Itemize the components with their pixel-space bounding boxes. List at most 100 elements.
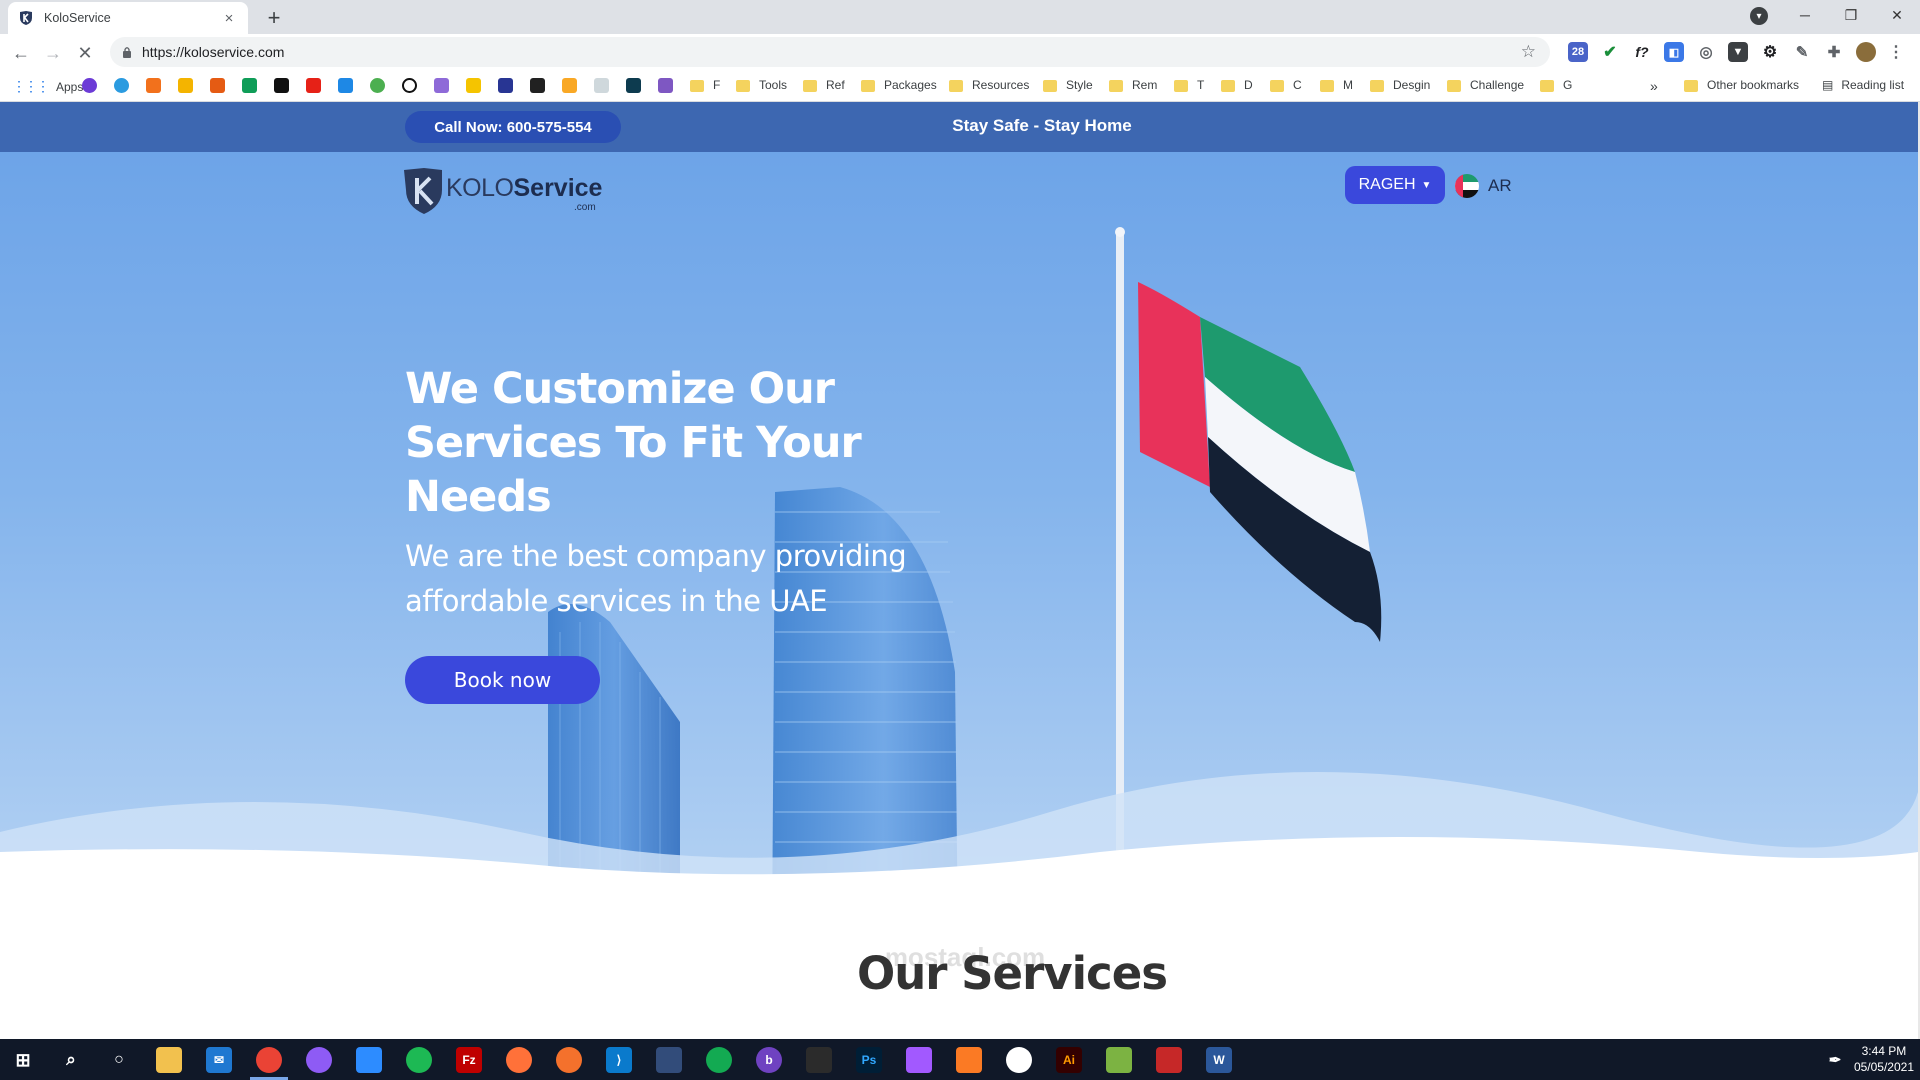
bookmark-folder-f[interactable]: F <box>690 78 720 92</box>
bookmark-icon-3[interactable] <box>146 78 161 93</box>
bookmark-folder-ref[interactable]: Ref <box>803 78 845 92</box>
word-icon[interactable]: W <box>1206 1047 1232 1073</box>
task-view-icon[interactable]: ○ <box>106 1047 132 1073</box>
uae-flag-icon[interactable] <box>1455 174 1479 198</box>
other-bookmarks-folder[interactable]: Other bookmarks <box>1684 78 1799 92</box>
bookmark-icon-6[interactable] <box>242 78 257 93</box>
url-text: https://koloservice.com <box>142 44 285 60</box>
xampp-icon[interactable] <box>956 1047 982 1073</box>
globe-extension-icon[interactable]: ◎ <box>1696 42 1716 62</box>
bookmark-icon-4[interactable] <box>178 78 193 93</box>
apps-shortcut[interactable]: ⋮⋮⋮ Apps <box>12 78 83 95</box>
bookmarks-overflow-chevron-icon[interactable]: » <box>1650 78 1658 94</box>
chrome-icon[interactable] <box>256 1047 282 1073</box>
messenger-icon[interactable] <box>306 1047 332 1073</box>
postman-icon[interactable] <box>556 1047 582 1073</box>
address-bar[interactable]: https://koloservice.com ☆ <box>110 37 1550 67</box>
php-extension-icon[interactable]: 28 <box>1568 42 1588 62</box>
restore-button[interactable]: ❐ <box>1828 0 1874 30</box>
vscode-icon[interactable]: ⟩ <box>606 1047 632 1073</box>
dev-tool-icon[interactable] <box>656 1047 682 1073</box>
save-extension-icon[interactable]: ▼ <box>1728 42 1748 62</box>
book-now-button[interactable]: Book now <box>405 656 600 704</box>
bookmark-folder-resources[interactable]: Resources <box>949 78 1029 92</box>
forward-arrow-icon[interactable]: → <box>40 40 66 66</box>
bookmark-folder-challenge[interactable]: Challenge <box>1447 78 1524 92</box>
bookmark-icon-14[interactable] <box>498 78 513 93</box>
bookmark-folder-d[interactable]: D <box>1221 78 1253 92</box>
zoom-icon[interactable] <box>356 1047 382 1073</box>
tiktok-icon[interactable] <box>274 78 289 93</box>
more-menu-icon[interactable]: ⋮ <box>1886 42 1906 62</box>
extensions-puzzle-icon[interactable]: ✚ <box>1824 42 1844 62</box>
bookmark-folder-m[interactable]: M <box>1320 78 1353 92</box>
gear-extension-icon[interactable]: ⚙ <box>1760 42 1780 62</box>
bookmark-icon-13[interactable] <box>466 78 481 93</box>
youtube-icon[interactable] <box>306 78 321 93</box>
bookmark-folder-desgin[interactable]: Desgin <box>1370 78 1430 92</box>
app-icon-red[interactable] <box>1156 1047 1182 1073</box>
stop-loading-icon[interactable]: ✕ <box>72 40 98 66</box>
photoshop-icon[interactable]: Ps <box>856 1047 882 1073</box>
bookmark-icon-16[interactable] <box>562 78 577 93</box>
back-arrow-icon[interactable]: ← <box>8 40 34 66</box>
close-tab-icon[interactable]: × <box>220 10 238 27</box>
bookmark-icon-15[interactable] <box>530 78 545 93</box>
file-explorer-icon[interactable] <box>156 1047 182 1073</box>
user-menu-dropdown[interactable]: RAGEH ▼ <box>1345 166 1445 204</box>
system-clock[interactable]: 3:44 PM 05/05/2021 <box>1854 1043 1914 1075</box>
reading-list-button[interactable]: ▤ Reading list <box>1822 78 1904 92</box>
windows-start-icon[interactable]: ⊞ <box>10 1047 36 1073</box>
whatsapp-icon[interactable] <box>1006 1047 1032 1073</box>
bookmark-icon-9[interactable] <box>338 78 353 93</box>
spotify-icon[interactable] <box>406 1047 432 1073</box>
bookmark-folder-rem[interactable]: Rem <box>1109 78 1157 92</box>
bookmark-folder-t[interactable]: T <box>1174 78 1204 92</box>
bootstrap-studio-icon[interactable]: b <box>756 1047 782 1073</box>
search-icon[interactable]: ⌕ <box>58 1047 84 1073</box>
screen-extension-icon[interactable]: ◧ <box>1664 42 1684 62</box>
folder-icon <box>1370 80 1384 92</box>
bookmark-folder-c[interactable]: C <box>1270 78 1302 92</box>
bookmark-folder-g[interactable]: G <box>1540 78 1572 92</box>
figma-icon[interactable] <box>906 1047 932 1073</box>
bookmark-folder-tools[interactable]: Tools <box>736 78 787 92</box>
bookmark-icon-2[interactable] <box>114 78 129 93</box>
bookmark-icon-18[interactable] <box>626 78 641 93</box>
opera-icon[interactable] <box>402 78 417 93</box>
font-extension-icon[interactable]: f? <box>1632 42 1652 62</box>
pen-tray-icon[interactable]: ✒ <box>1822 1047 1848 1073</box>
folder-icon <box>1684 80 1698 92</box>
bookmark-icon-1[interactable] <box>82 78 97 93</box>
bookmark-icon-5[interactable] <box>210 78 225 93</box>
firefox-icon[interactable] <box>506 1047 532 1073</box>
checkmark-extension-icon[interactable]: ✔ <box>1600 42 1620 62</box>
language-switch[interactable]: AR <box>1488 176 1512 196</box>
tab-title: KoloService <box>44 11 111 25</box>
folder-icon <box>1447 80 1461 92</box>
bookmark-icon-19[interactable] <box>658 78 673 93</box>
bookmark-icon-17[interactable] <box>594 78 609 93</box>
mail-icon[interactable]: ✉ <box>206 1047 232 1073</box>
minimize-button[interactable]: ─ <box>1782 0 1828 30</box>
bookmark-star-icon[interactable]: ☆ <box>1521 42 1536 62</box>
clock-time: 3:44 PM <box>1861 1044 1907 1058</box>
tab-search-icon[interactable]: ▾ <box>1750 7 1768 25</box>
profile-avatar[interactable] <box>1856 42 1876 62</box>
app-icon-generic[interactable] <box>806 1047 832 1073</box>
close-window-button[interactable]: ✕ <box>1874 0 1920 30</box>
leaf-icon[interactable] <box>370 78 385 93</box>
notepad-icon[interactable] <box>1106 1047 1132 1073</box>
bookmark-folder-style[interactable]: Style <box>1043 78 1093 92</box>
hero-subheadline: We are the best company providing afford… <box>405 539 907 618</box>
mongodb-icon[interactable] <box>706 1047 732 1073</box>
bookmark-folder-packages[interactable]: Packages <box>861 78 937 92</box>
illustrator-icon[interactable]: Ai <box>1056 1047 1082 1073</box>
bookmark-icon-12[interactable] <box>434 78 449 93</box>
filezilla-icon[interactable]: Fz <box>456 1047 482 1073</box>
folder-icon <box>690 80 704 92</box>
browser-tab[interactable]: KoloService × <box>8 2 248 34</box>
koloservice-favicon-icon <box>20 11 32 25</box>
eyedropper-icon[interactable]: ✎ <box>1792 42 1812 62</box>
new-tab-button[interactable]: + <box>260 4 288 32</box>
